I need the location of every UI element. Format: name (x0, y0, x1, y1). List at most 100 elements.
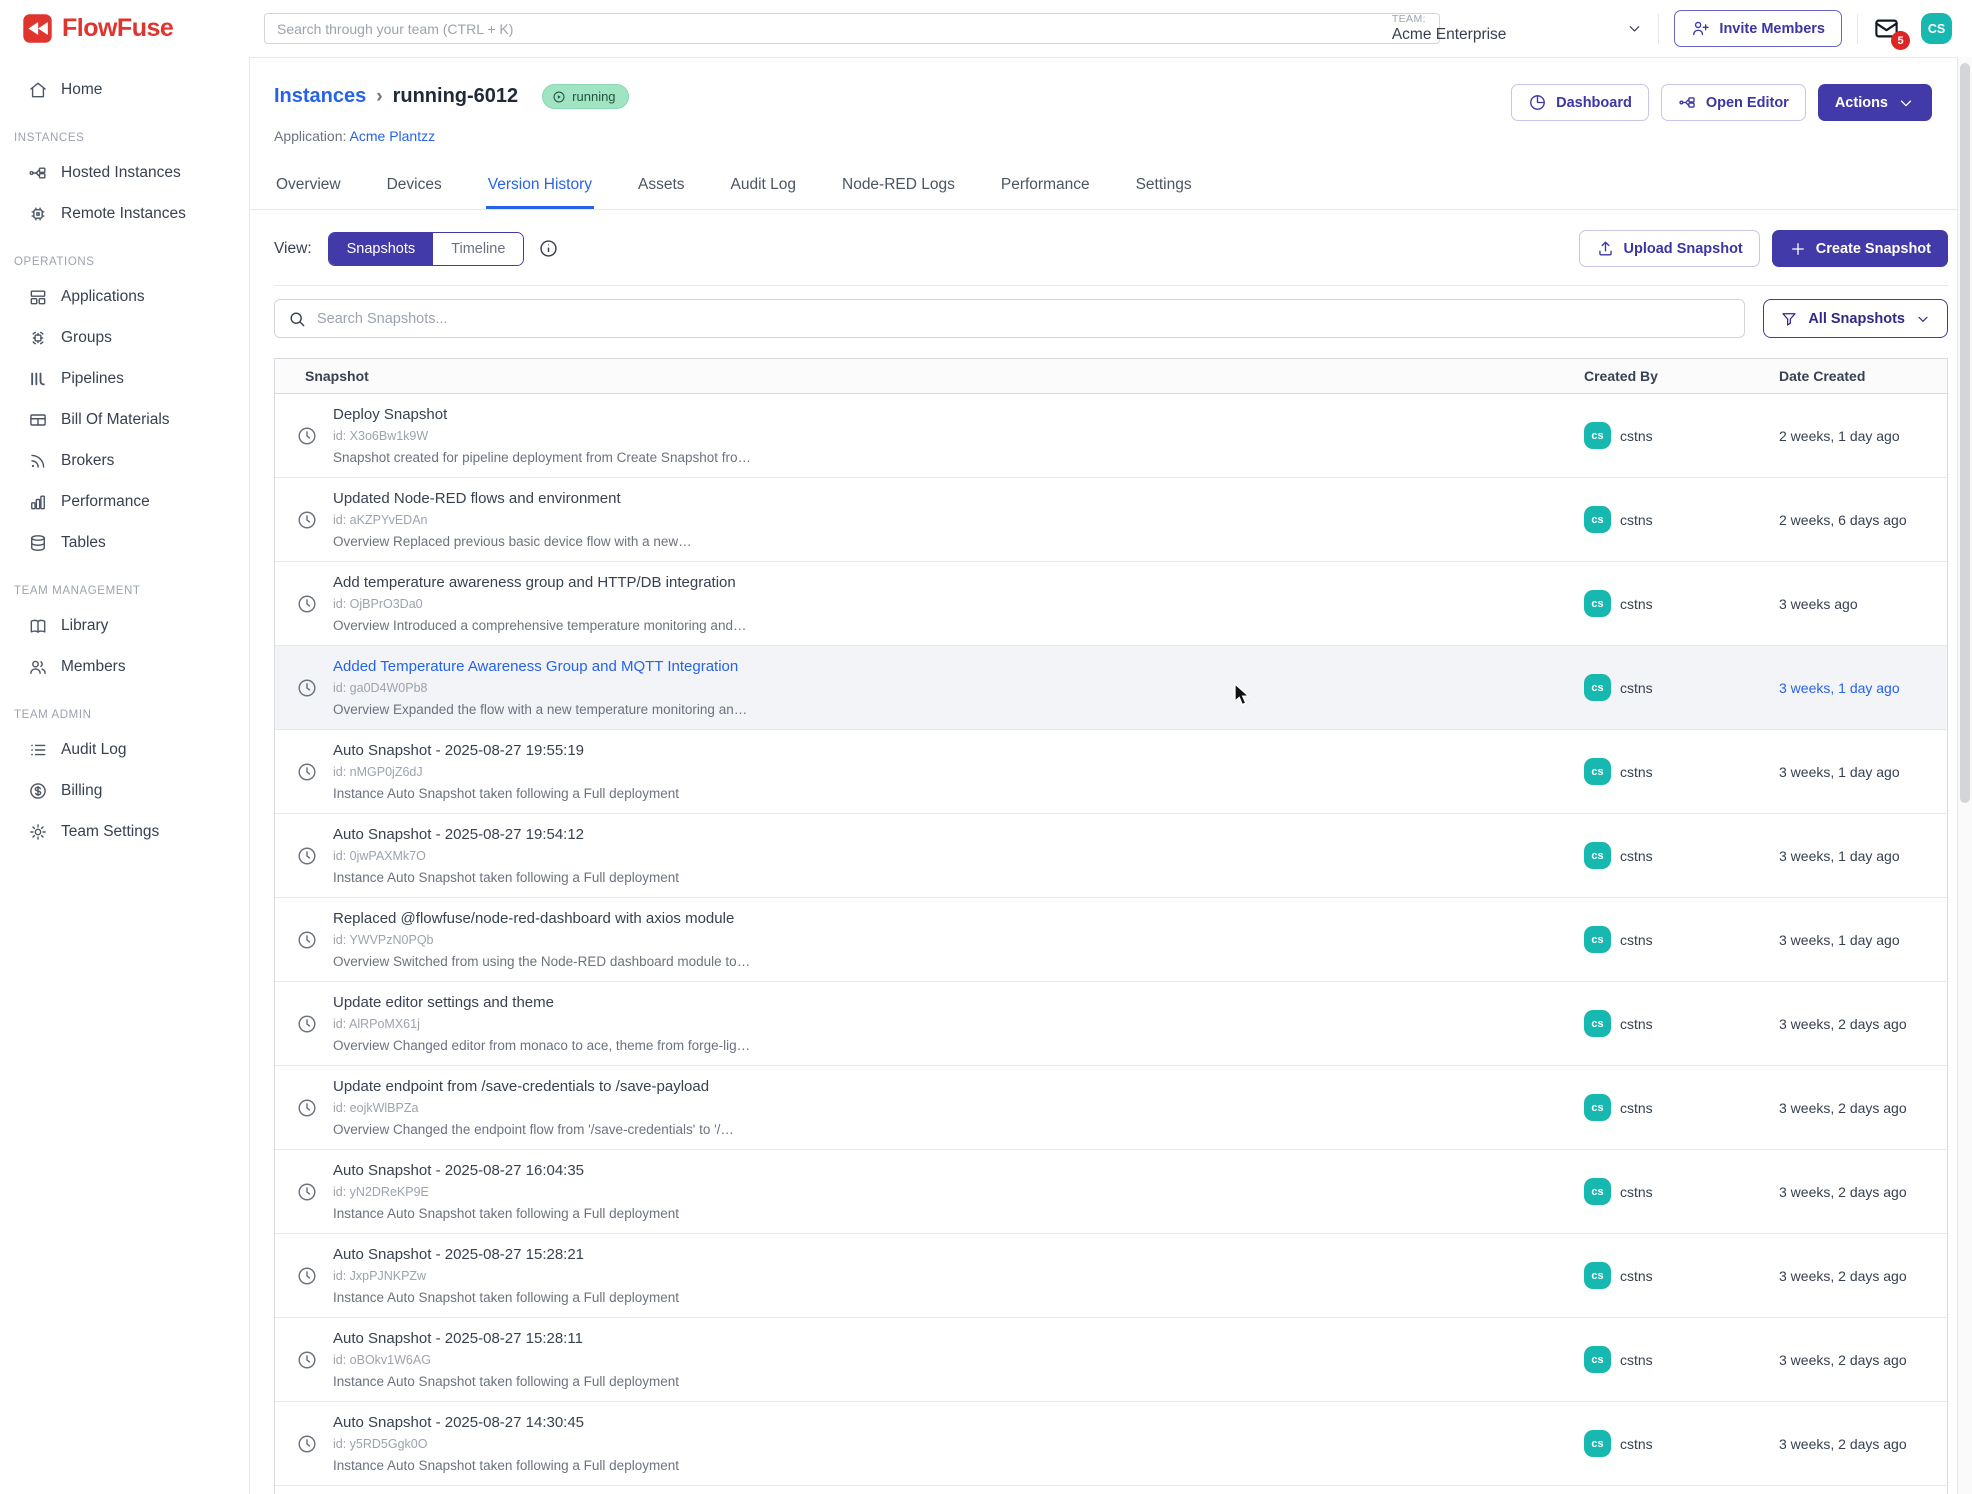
sidebar-item-pipelines[interactable]: Pipelines (0, 360, 249, 398)
avatar: cs (1584, 674, 1611, 701)
date-created: 3 weeks, 1 day ago (1765, 730, 1947, 813)
breadcrumb: Instances › running-6012 running (274, 84, 629, 109)
tab-node-red-logs[interactable]: Node-RED Logs (840, 166, 957, 209)
tab-settings[interactable]: Settings (1134, 166, 1194, 209)
snapshot-id: id: X3o6Bw1k9W (333, 429, 751, 443)
sidebar-item-tables[interactable]: Tables (0, 524, 249, 562)
snapshot-search-input[interactable] (274, 299, 1745, 338)
snapshot-title[interactable]: Auto Snapshot - 2025-08-27 14:30:45 (333, 1414, 679, 1431)
sidebar-item-applications[interactable]: Applications (0, 278, 249, 316)
info-icon[interactable] (538, 238, 559, 259)
snapshot-title[interactable]: Replaced @flowfuse/node-red-dashboard wi… (333, 910, 750, 927)
snapshot-title[interactable]: Update editor settings and theme (333, 994, 750, 1011)
application-link[interactable]: Acme Plantzz (350, 128, 436, 144)
toggle-timeline[interactable]: Timeline (433, 233, 523, 265)
table-row[interactable]: Update endpoint from /save-credentials t… (275, 1066, 1947, 1150)
avatar: cs (1584, 842, 1611, 869)
snapshot-title[interactable]: Auto Snapshot - 2025-08-27 19:55:19 (333, 742, 679, 759)
author-name: cstns (1620, 1436, 1653, 1452)
table-row[interactable]: Update editor settings and theme id: AlR… (275, 982, 1947, 1066)
author-name: cstns (1620, 428, 1653, 444)
invite-members-button[interactable]: Invite Members (1674, 10, 1842, 47)
person-plus-icon (1691, 19, 1710, 38)
table-row[interactable]: Replaced @flowfuse/node-red-dashboard wi… (275, 898, 1947, 982)
snapshot-title[interactable]: Auto Snapshot - 2025-08-27 16:04:35 (333, 1162, 679, 1179)
sidebar-item-audit-log[interactable]: Audit Log (0, 731, 249, 769)
snapshot-title[interactable]: Add temperature awareness group and HTTP… (333, 574, 746, 591)
sidebar-section-operations: OPERATIONS (0, 236, 249, 278)
upload-snapshot-button[interactable]: Upload Snapshot (1579, 230, 1760, 267)
tab-version-history[interactable]: Version History (486, 166, 594, 209)
table-header: Snapshot Created By Date Created (275, 359, 1947, 394)
table-row[interactable]: Auto Snapshot - 2025-08-27 16:04:35 id: … (275, 1150, 1947, 1234)
scrollbar[interactable] (1957, 57, 1972, 1494)
table-row[interactable]: Added Temperature Awareness Group and MQ… (275, 646, 1947, 730)
tab-audit-log[interactable]: Audit Log (729, 166, 799, 209)
team-label: TEAM: (1392, 13, 1507, 25)
tab-assets[interactable]: Assets (636, 166, 687, 209)
table-row[interactable]: Auto Snapshot - 2025-08-27 15:28:21 id: … (275, 1234, 1947, 1318)
global-search-input[interactable] (264, 13, 1440, 44)
table-row[interactable]: Deploy Snapshot id: X3o6Bw1k9W Snapshot … (275, 394, 1947, 478)
clock-icon (296, 845, 318, 867)
sidebar-item-performance[interactable]: Performance (0, 483, 249, 521)
sidebar-item-label: Pipelines (61, 370, 124, 388)
sidebar-item-hosted-instances[interactable]: Hosted Instances (0, 154, 249, 192)
avatar: cs (1584, 758, 1611, 785)
table-row[interactable]: Auto Snapshot - 2025-08-27 15:28:11 id: … (275, 1318, 1947, 1402)
sidebar-item-label: Groups (61, 329, 112, 347)
flowfuse-logo[interactable]: FlowFuse (22, 13, 173, 44)
tab-overview[interactable]: Overview (274, 166, 343, 209)
author-name: cstns (1620, 1100, 1653, 1116)
snapshot-title[interactable]: Auto Snapshot - 2025-08-27 15:28:21 (333, 1246, 679, 1263)
snapshot-description: Instance Auto Snapshot taken following a… (333, 1374, 679, 1389)
actions-button[interactable]: Actions (1818, 84, 1932, 121)
dashboard-button[interactable]: Dashboard (1511, 84, 1649, 121)
open-editor-button[interactable]: Open Editor (1661, 84, 1806, 121)
snapshot-description: Instance Auto Snapshot taken following a… (333, 1206, 679, 1221)
sidebar-item-brokers[interactable]: Brokers (0, 442, 249, 480)
sidebar-item-members[interactable]: Members (0, 648, 249, 686)
snapshot-id: id: oBOkv1W6AG (333, 1353, 679, 1367)
tab-performance[interactable]: Performance (999, 166, 1092, 209)
date-created: 3 weeks ago (1765, 562, 1947, 645)
scrollbar-thumb[interactable] (1960, 63, 1970, 803)
breadcrumb-instances-link[interactable]: Instances (274, 85, 366, 108)
sidebar-item-groups[interactable]: Groups (0, 319, 249, 357)
snapshot-id: id: OjBPrO3Da0 (333, 597, 746, 611)
tab-devices[interactable]: Devices (385, 166, 444, 209)
table-row[interactable]: Updated Node-RED flows and environment i… (275, 478, 1947, 562)
table-row[interactable]: Auto Snapshot - 2025-08-27 19:54:12 id: … (275, 814, 1947, 898)
sidebar-item-library[interactable]: Library (0, 607, 249, 645)
sidebar-item-home[interactable]: Home (0, 71, 249, 109)
sidebar-item-label: Library (61, 617, 108, 635)
sidebar-item-team-settings[interactable]: Team Settings (0, 813, 249, 851)
snapshot-title[interactable]: Deploy Snapshot (333, 406, 751, 423)
snapshot-title[interactable]: Auto Snapshot - 2025-08-27 19:54:12 (333, 826, 679, 843)
table-row[interactable]: Auto Snapshot - 2025-08-27 14:30:45 id: … (275, 1402, 1947, 1486)
sidebar-section-team-admin: TEAM ADMIN (0, 689, 249, 731)
snapshot-filter-dropdown[interactable]: All Snapshots (1763, 299, 1948, 338)
snapshot-title[interactable]: Auto Snapshot - 2025-08-27 15:28:11 (333, 1330, 679, 1347)
create-snapshot-button[interactable]: Create Snapshot (1772, 230, 1948, 267)
snapshot-title[interactable]: Updated Node-RED flows and environment (333, 490, 692, 507)
table-row[interactable]: Add HTTP endpoint for saving credentials… (275, 1486, 1947, 1494)
snapshot-title[interactable]: Added Temperature Awareness Group and MQ… (333, 658, 747, 675)
application-line: Application: Acme Plantzz (274, 128, 1932, 144)
avatar: cs (1584, 1094, 1611, 1121)
clock-icon (296, 929, 318, 951)
sidebar-item-label: Home (61, 81, 102, 99)
sidebar: Home INSTANCES Hosted Instances Remote I… (0, 57, 250, 1494)
notifications-button[interactable]: 5 (1873, 15, 1906, 42)
snapshot-id: id: y5RD5Ggk0O (333, 1437, 679, 1451)
sidebar-item-billing[interactable]: Billing (0, 772, 249, 810)
sidebar-item-label: Applications (61, 288, 145, 306)
sidebar-item-remote-instances[interactable]: Remote Instances (0, 195, 249, 233)
user-avatar[interactable]: CS (1921, 13, 1952, 44)
snapshot-title[interactable]: Update endpoint from /save-credentials t… (333, 1078, 734, 1095)
table-row[interactable]: Add temperature awareness group and HTTP… (275, 562, 1947, 646)
toggle-snapshots[interactable]: Snapshots (329, 233, 434, 265)
table-row[interactable]: Auto Snapshot - 2025-08-27 19:55:19 id: … (275, 730, 1947, 814)
team-selector[interactable]: TEAM: Acme Enterprise (1392, 13, 1644, 44)
sidebar-item-bill-of-materials[interactable]: Bill Of Materials (0, 401, 249, 439)
